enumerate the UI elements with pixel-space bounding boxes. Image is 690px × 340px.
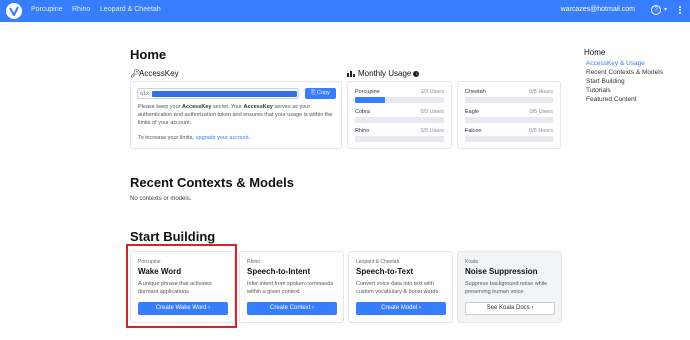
create-context-button[interactable]: Create Context › — [247, 302, 337, 315]
accesskey-field[interactable]: q1x — [137, 88, 299, 99]
card-speech-to-text: Leopard & Cheetah Speech-to-Text Convert… — [348, 251, 453, 323]
nav-link-leopard-cheetah[interactable]: Leopard & Cheetah — [100, 6, 161, 13]
copy-accesskey-button[interactable]: ⎘ Copy — [305, 88, 336, 99]
nav-link-rhino[interactable]: Rhino — [72, 6, 90, 13]
bar-chart-icon — [347, 71, 355, 77]
accesskey-card: q1x ⎘ Copy Please keep your AccessKey se… — [130, 81, 342, 149]
highlight-box — [126, 244, 237, 328]
page-title: Home — [130, 47, 167, 62]
accesskey-heading: 🔑︎AccessKey — [130, 69, 179, 78]
create-model-button[interactable]: Create Model › — [356, 302, 446, 315]
user-email-menu[interactable]: warcazes@hotmail.com — [561, 6, 635, 13]
sidebar-item-start-building[interactable]: Start Building — [586, 78, 625, 85]
card-noise-suppression: Koala Noise Suppression Suppress backgro… — [457, 251, 562, 323]
start-building-title: Start Building — [130, 229, 216, 244]
chevron-down-icon[interactable]: ▾ — [664, 6, 667, 13]
recent-section-title: Recent Contexts & Models — [130, 175, 294, 190]
kebab-menu-icon[interactable] — [676, 5, 684, 15]
sidebar-item-recent[interactable]: Recent Contexts & Models — [586, 69, 663, 76]
info-icon[interactable]: i — [413, 71, 420, 77]
sidebar-title: Home — [584, 48, 606, 57]
help-icon[interactable]: ? — [651, 5, 661, 15]
see-koala-docs-button[interactable]: See Koala Docs › — [465, 302, 555, 315]
usage-bar-fill — [355, 97, 385, 103]
sidebar-item-featured[interactable]: Featured Content — [586, 96, 637, 103]
upgrade-account-link[interactable]: upgrade your account — [195, 135, 248, 141]
sidebar-item-tutorials[interactable]: Tutorials — [586, 87, 611, 94]
picovoice-logo[interactable] — [6, 3, 22, 19]
sidebar-item-accesskey-usage[interactable]: AccessKey & Usage — [586, 60, 645, 67]
accesskey-masked-value — [152, 91, 297, 97]
accesskey-description: Please keep your AccessKey secret. Your … — [138, 104, 333, 126]
nav-link-porcupine[interactable]: Porcupine — [31, 6, 63, 13]
usage-card-right: Cheetah 0/5 Hours Eagle 0/5 Users Falcon 0/… — [457, 81, 561, 149]
usage-card-left: Porcupine 1/3 Users Cobra 0/3 Users Rhino 0… — [347, 81, 452, 149]
top-navbar: Porcupine Rhino Leopard & Cheetah warcaz… — [0, 0, 690, 22]
key-icon: 🔑︎ — [130, 69, 141, 78]
empty-state-text: No contexts or models. — [130, 196, 192, 202]
copy-icon: ⎘ — [311, 90, 316, 96]
upgrade-note: To increase your limits, upgrade your ac… — [138, 135, 251, 141]
monthly-usage-heading: Monthly Usage i — [347, 69, 420, 78]
card-speech-to-intent: Rhino Speech-to-Intent Infer intent from… — [239, 251, 344, 323]
